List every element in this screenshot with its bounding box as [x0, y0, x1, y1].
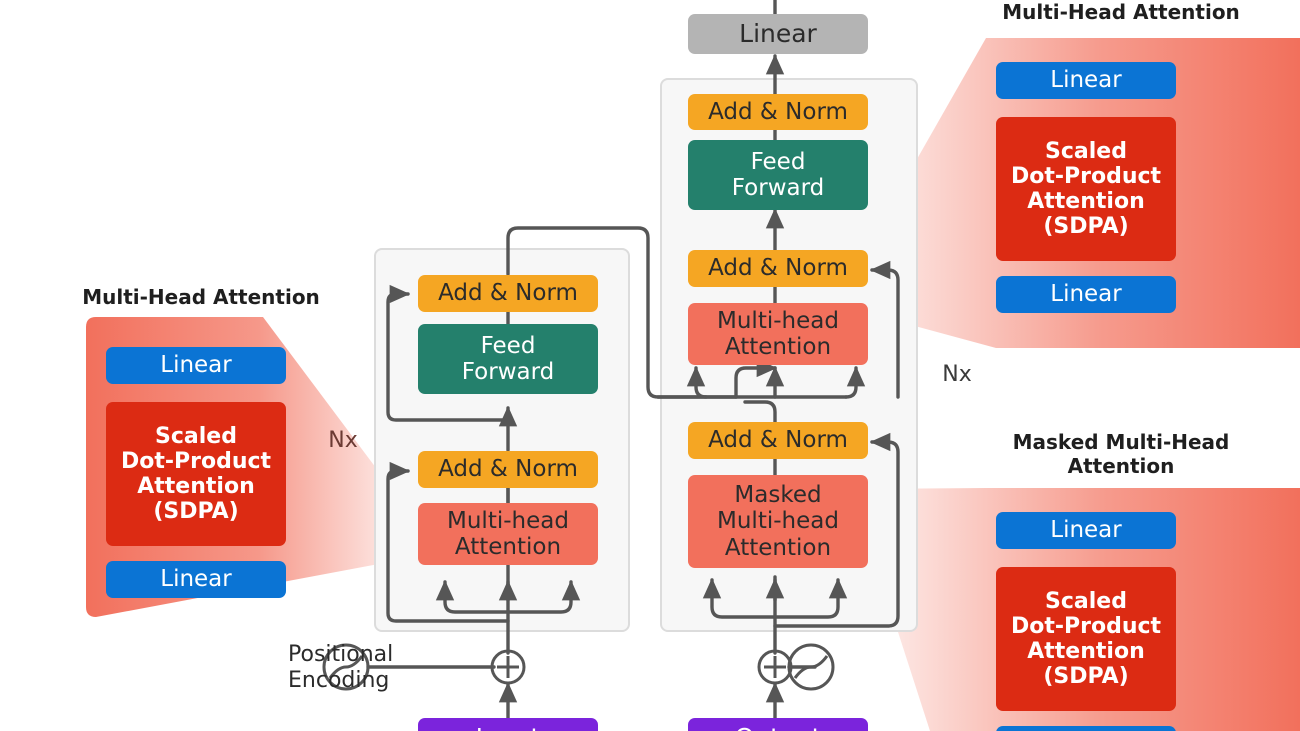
enc-feed-forward-box[interactable]: Feed Forward	[418, 324, 598, 394]
callout-decoder-cross-mha-linear-bottom[interactable]: Linear	[996, 276, 1176, 313]
dec-feed-forward-label: Feed Forward	[731, 148, 825, 201]
enc-add-norm-2-label: Add & Norm	[438, 280, 578, 307]
enc-add-norm-1-box[interactable]: Add & Norm	[418, 451, 598, 488]
dec-add-norm-1-label: Add & Norm	[708, 427, 848, 454]
arrow-dec-cross-q	[734, 358, 778, 399]
enc-add-plus-glyph	[497, 656, 519, 678]
enc-feed-forward-label: Feed Forward	[461, 332, 555, 385]
callout-decoder-masked-mha-sdpa-label: Scaled Dot-Product Attention (SDPA)	[1010, 588, 1162, 690]
callout-encoder-mha-linear-top[interactable]: Linear	[106, 347, 286, 384]
dec-cross-attention-box[interactable]: Multi-head Attention	[688, 303, 868, 365]
arrow-dec-masked-qkv-left	[702, 577, 777, 619]
arrow-dec-masked-qkv-right	[773, 577, 848, 619]
callout-encoder-mha-sdpa[interactable]: Scaled Dot-Product Attention (SDPA)	[106, 402, 286, 546]
decoder-nx-label: Nx	[942, 362, 972, 387]
output-embedding-box[interactable]: Output	[688, 718, 868, 731]
arrow-enc-qkv-left	[435, 579, 510, 614]
dec-add-norm-2-box[interactable]: Add & Norm	[688, 250, 868, 287]
callout-decoder-masked-mha-linear-bottom[interactable]: Linear	[996, 726, 1176, 731]
callout-decoder-cross-mha-linear-top-label: Linear	[1050, 67, 1122, 94]
dec-masked-attention-label: Masked Multi-head Attention	[717, 482, 839, 561]
output-linear-label: Linear	[739, 18, 817, 48]
callout-decoder-masked-mha-linear-top-label: Linear	[1050, 517, 1122, 544]
callout-encoder-mha-linear-top-label: Linear	[160, 352, 232, 379]
transformer-architecture-diagram: Linear Add & Norm Feed Forward Add & Nor…	[0, 0, 1300, 731]
enc-attention-label: Multi-head Attention	[447, 507, 569, 560]
dec-add-norm-2-label: Add & Norm	[708, 255, 848, 282]
callout-encoder-mha-sdpa-label: Scaled Dot-Product Attention (SDPA)	[120, 423, 272, 525]
dec-add-plus-glyph	[764, 656, 786, 678]
output-linear-box[interactable]: Linear	[688, 14, 868, 54]
line-dec-addnorm1-to-cross	[743, 400, 777, 424]
callout-encoder-mha-title: Multi-Head Attention	[82, 285, 320, 309]
dec-add-norm-1-box[interactable]: Add & Norm	[688, 422, 868, 459]
dec-add-norm-3-label: Add & Norm	[708, 98, 848, 125]
input-embedding-box[interactable]: Input	[418, 718, 598, 731]
arrow-dec-cross-v2	[844, 365, 866, 399]
callout-encoder-mha-linear-bottom[interactable]: Linear	[106, 561, 286, 598]
input-embedding-label: Input	[476, 723, 541, 731]
callout-decoder-cross-mha-sdpa-label: Scaled Dot-Product Attention (SDPA)	[1010, 138, 1162, 240]
dec-feed-forward-box[interactable]: Feed Forward	[688, 140, 868, 210]
dec-cross-attention-label: Multi-head Attention	[717, 307, 839, 360]
callout-decoder-cross-mha-sdpa[interactable]: Scaled Dot-Product Attention (SDPA)	[996, 117, 1176, 261]
callout-encoder-mha-linear-bottom-label: Linear	[160, 566, 232, 593]
dec-add-norm-3-box[interactable]: Add & Norm	[688, 94, 868, 130]
enc-attention-box[interactable]: Multi-head Attention	[418, 503, 598, 565]
dec-masked-attention-box[interactable]: Masked Multi-head Attention	[688, 475, 868, 568]
positional-encoding-label: Positional Encoding	[288, 642, 394, 694]
callout-decoder-masked-mha-linear-top[interactable]: Linear	[996, 512, 1176, 549]
output-embedding-label: Output	[735, 723, 822, 731]
callout-decoder-cross-mha-linear-top[interactable]: Linear	[996, 62, 1176, 99]
callout-decoder-cross-mha-linear-bottom-label: Linear	[1050, 281, 1122, 308]
arrow-dec-cross-k	[686, 365, 708, 399]
arrow-dec-residual-2	[869, 260, 900, 399]
encoder-nx-label: Nx	[328, 428, 358, 453]
enc-add-norm-1-label: Add & Norm	[438, 456, 578, 483]
enc-add-norm-2-box[interactable]: Add & Norm	[418, 275, 598, 312]
arrow-enc-qkv-right	[506, 579, 581, 614]
callout-decoder-masked-mha-sdpa[interactable]: Scaled Dot-Product Attention (SDPA)	[996, 567, 1176, 711]
callout-decoder-cross-mha-title: Multi-Head Attention	[1002, 0, 1240, 24]
callout-decoder-masked-mha-title: Masked Multi-Head Attention	[1012, 430, 1230, 478]
